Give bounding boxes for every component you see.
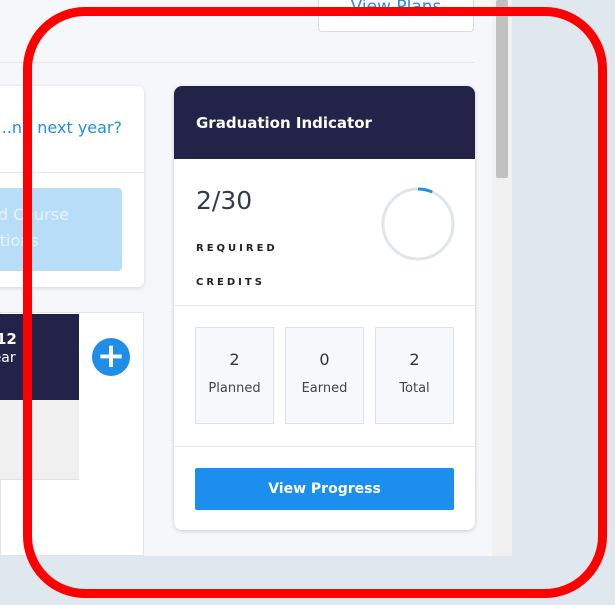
page-background <box>0 556 615 605</box>
credits-fraction: 2/30 <box>196 186 253 215</box>
planned-value: 2 <box>229 350 240 369</box>
planning-card-divider <box>0 172 144 173</box>
total-label: Total <box>399 381 430 396</box>
progress-ring-icon <box>381 187 455 261</box>
credits-divider <box>174 305 475 306</box>
graduation-title: Graduation Indicator <box>174 86 475 159</box>
term-course-slot[interactable] <box>0 400 79 480</box>
total-stat: 2 Total <box>375 327 454 424</box>
earned-stat: 0 Earned <box>285 327 364 424</box>
planned-label: Planned <box>208 381 261 396</box>
scrollbar-thumb[interactable] <box>496 0 508 178</box>
planning-card: ...ng next year? Add Course Options <box>0 86 144 287</box>
header-divider <box>0 62 474 63</box>
total-value: 2 <box>409 350 420 369</box>
add-course-line2: Options <box>0 231 39 250</box>
plus-circle-icon[interactable]: + <box>92 338 130 376</box>
planning-question-link[interactable]: ...ng next year? <box>0 118 122 137</box>
earned-value: 0 <box>319 350 330 369</box>
add-course-line1: Add Course <box>0 205 69 224</box>
vertical-scrollbar[interactable] <box>492 0 512 556</box>
graduation-indicator-card: Graduation Indicator 2/30 REQUIRED CREDI… <box>174 86 475 530</box>
stats-divider <box>174 446 475 447</box>
page-content: View Plans ...ng next year? Add Course O… <box>0 0 492 556</box>
term-number: 12 <box>0 330 17 348</box>
add-course-options-button[interactable]: Add Course Options <box>0 188 122 271</box>
view-plans-button[interactable]: View Plans <box>318 0 474 32</box>
view-progress-button[interactable]: View Progress <box>195 468 454 510</box>
term-header[interactable]: 12 Year <box>0 314 79 400</box>
planned-stat: 2 Planned <box>195 327 274 424</box>
earned-label: Earned <box>301 381 348 396</box>
term-label: Year <box>0 350 16 366</box>
required-credits-label: REQUIRED CREDITS <box>196 243 278 288</box>
